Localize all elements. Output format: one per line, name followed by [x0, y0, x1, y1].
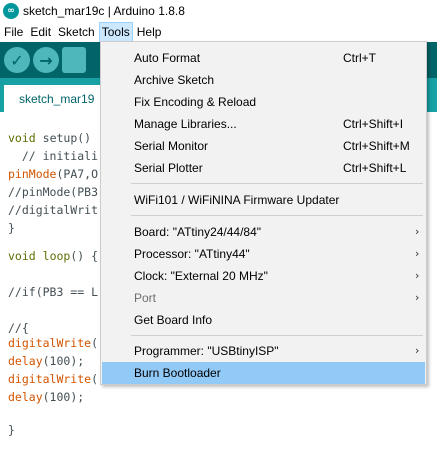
menu-item-shortcut: Ctrl+Shift+M: [343, 139, 410, 153]
code-line-8: void loop() {: [8, 249, 99, 263]
menu-tools[interactable]: Tools: [98, 22, 133, 42]
menu-item-get-board-info[interactable]: Get Board Info: [102, 309, 425, 331]
menu-item-shortcut: Ctrl+T: [343, 51, 376, 65]
code-line-14: delay(100);: [8, 354, 85, 368]
verify-button[interactable]: ✓: [4, 47, 30, 73]
menu-sketch[interactable]: Sketch: [55, 22, 98, 42]
submenu-arrow-icon: ›: [415, 247, 420, 260]
menu-item-processor[interactable]: Processor: "ATtiny44" ›: [102, 243, 425, 265]
code-line-3: pinMode(PA7,O: [8, 167, 99, 181]
menu-item-label: Serial Monitor: [134, 139, 209, 153]
code-line-10: //if(PB3 == L: [8, 285, 99, 299]
menu-separator: [131, 335, 423, 336]
menu-bar: File Edit Sketch Tools Help: [0, 22, 437, 42]
arduino-logo-icon: ∞: [3, 3, 19, 19]
menu-item-programmer[interactable]: Programmer: "USBtinyISP" ›: [102, 340, 425, 362]
menu-item-label: Manage Libraries...: [134, 117, 237, 131]
submenu-arrow-icon: ›: [415, 225, 420, 238]
menu-item-label: WiFi101 / WiFiNINA Firmware Updater: [134, 193, 340, 207]
menu-item-label: Processor: "ATtiny44": [134, 247, 250, 261]
tools-menu-dropdown: Auto Format Ctrl+T Archive Sketch Fix En…: [100, 41, 427, 385]
code-line-6: }: [8, 221, 15, 235]
menu-item-clock[interactable]: Clock: "External 20 MHz" ›: [102, 265, 425, 287]
window-title: sketch_mar19c | Arduino 1.8.8: [23, 4, 185, 18]
tab-sketch[interactable]: sketch_mar19: [4, 85, 114, 112]
menu-item-wifi-updater[interactable]: WiFi101 / WiFiNINA Firmware Updater: [102, 189, 425, 211]
code-line-15: digitalWrite(: [8, 372, 99, 386]
menu-item-label: Archive Sketch: [134, 73, 215, 87]
title-bar: ∞ sketch_mar19c | Arduino 1.8.8: [0, 0, 437, 22]
menu-separator: [131, 215, 423, 216]
menu-item-label: Clock: "External 20 MHz": [134, 269, 268, 283]
menu-item-archive-sketch[interactable]: Archive Sketch: [102, 69, 425, 91]
code-line-1: void setup(): [8, 131, 92, 145]
submenu-arrow-icon: ›: [415, 269, 420, 282]
menu-item-label: Programmer: "USBtinyISP": [134, 344, 279, 358]
menu-item-label: Board: "ATtiny24/44/84": [134, 225, 262, 239]
menu-item-manage-libraries[interactable]: Manage Libraries... Ctrl+Shift+I: [102, 113, 425, 135]
menu-separator: [131, 183, 423, 184]
menu-item-port[interactable]: Port ›: [102, 287, 425, 309]
menu-help[interactable]: Help: [134, 22, 165, 42]
code-line-16: delay(100);: [8, 390, 85, 404]
code-line-5: //digitalWrit: [8, 203, 99, 217]
menu-item-label: Burn Bootloader: [134, 366, 221, 380]
menu-item-burn-bootloader[interactable]: Burn Bootloader: [102, 362, 425, 384]
submenu-arrow-icon: ›: [415, 291, 420, 304]
menu-item-label: Port: [134, 291, 157, 305]
menu-item-label: Fix Encoding & Reload: [134, 95, 257, 109]
menu-edit[interactable]: Edit: [27, 22, 54, 42]
menu-item-auto-format[interactable]: Auto Format Ctrl+T: [102, 47, 425, 69]
code-line-4: //pinMode(PB3: [8, 185, 99, 199]
menu-item-label: Auto Format: [134, 51, 201, 65]
menu-item-serial-monitor[interactable]: Serial Monitor Ctrl+Shift+M: [102, 135, 425, 157]
menu-item-label: Get Board Info: [134, 313, 213, 327]
code-line-2: // initiali: [8, 149, 99, 163]
menu-item-serial-plotter[interactable]: Serial Plotter Ctrl+Shift+L: [102, 157, 425, 179]
menu-item-label: Serial Plotter: [134, 161, 203, 175]
menu-file[interactable]: File: [1, 22, 26, 42]
upload-button[interactable]: →: [33, 47, 59, 73]
menu-item-shortcut: Ctrl+Shift+I: [343, 117, 404, 131]
new-sketch-button[interactable]: [62, 47, 86, 73]
menu-item-board[interactable]: Board: "ATtiny24/44/84" ›: [102, 221, 425, 243]
code-line-19: }: [8, 423, 15, 437]
code-line-13: digitalWrite(: [8, 336, 99, 350]
menu-item-shortcut: Ctrl+Shift+L: [343, 161, 407, 175]
menu-item-fix-encoding[interactable]: Fix Encoding & Reload: [102, 91, 425, 113]
submenu-arrow-icon: ›: [415, 344, 420, 357]
